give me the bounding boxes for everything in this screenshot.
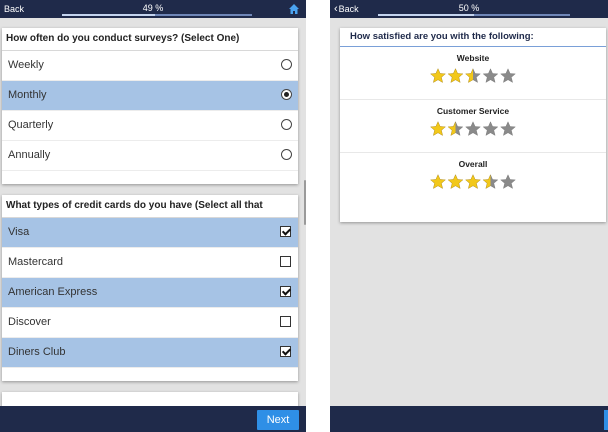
progress-text: 49 % [142, 3, 164, 13]
option-label: American Express [8, 286, 98, 298]
star-icon[interactable] [482, 174, 499, 189]
option-label: Mastercard [8, 256, 64, 268]
right-survey-screen: ‹Back 50 % How satisfied are you with th… [330, 0, 608, 432]
star-icon[interactable] [430, 68, 446, 83]
star-rating[interactable] [430, 174, 516, 190]
checkbox-option-mastercard[interactable]: Mastercard [2, 248, 298, 278]
progress-bar-fill [378, 14, 474, 16]
option-label: Visa [8, 226, 30, 238]
progress-bar [62, 14, 252, 16]
star-icon[interactable] [482, 68, 499, 83]
radio-button[interactable] [281, 59, 292, 70]
bottom-bar [330, 406, 608, 432]
question-title: How satisfied are you with the following… [340, 28, 606, 47]
star-icon[interactable] [447, 121, 464, 136]
rating-label: Customer Service [436, 106, 510, 116]
option-label: Quarterly [8, 119, 54, 131]
option-label: Discover [8, 316, 51, 328]
checkbox[interactable] [280, 226, 291, 237]
checkbox[interactable] [280, 316, 291, 327]
star-icon[interactable] [500, 121, 516, 136]
option-label: Monthly [8, 89, 47, 101]
question-card-frequency: How often do you conduct surveys? (Selec… [2, 28, 298, 184]
home-icon[interactable] [288, 3, 300, 15]
checkbox[interactable] [280, 256, 291, 267]
rating-label: Website [456, 53, 490, 63]
top-bar: ‹Back 50 % [330, 0, 608, 18]
star-icon[interactable] [430, 174, 446, 189]
checkbox-option-diners-club[interactable]: Diners Club [2, 338, 298, 368]
question-card-credit-cards: What types of credit cards do you have (… [2, 195, 298, 381]
progress-bar-fill [62, 14, 156, 16]
radio-option-monthly[interactable]: Monthly [2, 81, 298, 111]
checkbox-option-american-express[interactable]: American Express [2, 278, 298, 308]
option-label: Diners Club [8, 346, 66, 358]
radio-option-quarterly[interactable]: Quarterly [2, 111, 298, 141]
checkbox-option-visa[interactable]: Visa [2, 218, 298, 248]
star-icon[interactable] [465, 174, 481, 189]
rating-item: Website [340, 47, 606, 100]
question-title: How often do you conduct surveys? (Selec… [2, 28, 298, 51]
radio-button[interactable] [281, 119, 292, 130]
star-icon[interactable] [430, 121, 446, 136]
progress-bar [378, 14, 570, 16]
question-title: What types of credit cards do you have (… [2, 195, 298, 218]
radio-button[interactable] [281, 149, 292, 160]
progress-text: 50 % [458, 3, 480, 13]
star-icon[interactable] [482, 121, 499, 136]
star-icon[interactable] [465, 68, 481, 83]
top-bar: Back 49 % [0, 0, 306, 18]
star-rating[interactable] [430, 68, 516, 84]
rating-label: Overall [458, 159, 488, 169]
checkbox-option-list: Visa Mastercard American Express Discover Di… [2, 218, 298, 368]
checkbox[interactable] [280, 286, 291, 297]
scrollbar[interactable] [304, 180, 306, 225]
radio-option-annually[interactable]: Annually [2, 141, 298, 171]
radio-option-list: Weekly Monthly Quarterly Annually [2, 51, 298, 171]
radio-option-weekly[interactable]: Weekly [2, 51, 298, 81]
left-survey-screen: Back 49 % How often do you conduct surve… [0, 0, 306, 432]
star-rating[interactable] [430, 121, 516, 137]
rating-list: Website Customer Service Overall [340, 47, 606, 205]
option-label: Weekly [8, 59, 44, 71]
star-icon[interactable] [447, 68, 464, 83]
star-icon[interactable] [465, 121, 481, 136]
next-button[interactable]: Next [257, 410, 299, 430]
rating-item: Customer Service [340, 100, 606, 153]
checkbox[interactable] [280, 346, 291, 357]
next-button-edge[interactable] [604, 410, 608, 430]
option-label: Annually [8, 149, 51, 161]
radio-button[interactable] [281, 89, 292, 100]
star-icon[interactable] [500, 68, 516, 83]
checkbox-option-discover[interactable]: Discover [2, 308, 298, 338]
rating-item: Overall [340, 153, 606, 205]
star-icon[interactable] [447, 174, 464, 189]
star-icon[interactable] [500, 174, 516, 189]
rating-question-card: How satisfied are you with the following… [340, 28, 606, 222]
